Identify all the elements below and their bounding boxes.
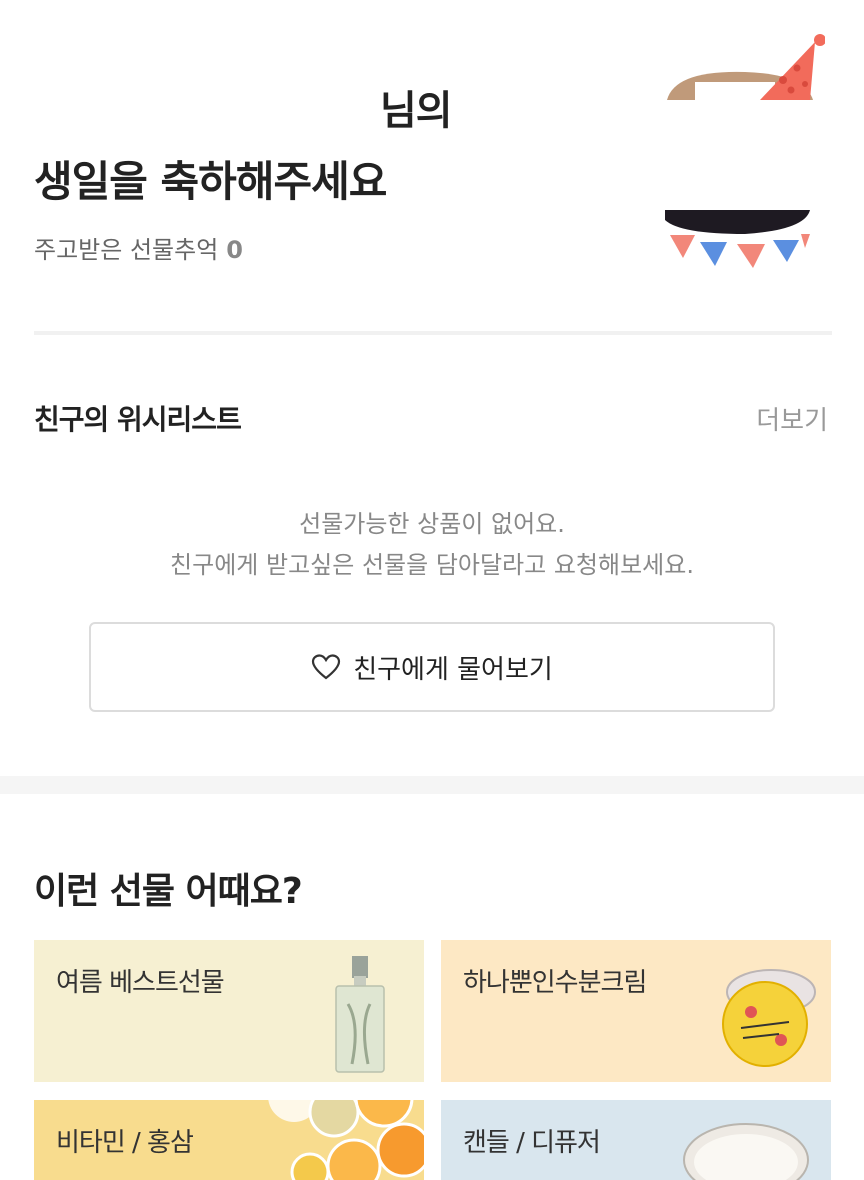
section-divider <box>0 776 864 794</box>
ask-friend-label: 친구에게 물어보기 <box>353 654 553 685</box>
friend-name-suffix: 님의 <box>380 88 453 134</box>
avatar[interactable] <box>665 30 826 280</box>
gift-memory-label: 주고받은 선물추억 <box>34 236 219 264</box>
suggestion-card-label: 비타민 / 홍삼 <box>56 1128 194 1158</box>
page-title: 생일을 축하해주세요 <box>34 157 387 206</box>
suggestions-title: 이런 선물 어때요? <box>34 871 303 912</box>
bunting-icon <box>670 234 810 268</box>
gift-memory-count: 0 <box>226 236 243 264</box>
perfume-bottle-icon <box>335 956 385 1073</box>
cream-jar-icon <box>722 969 816 1067</box>
suggestion-card-label: 여름 베스트선물 <box>56 968 225 998</box>
suggestion-card-candle-diffuser[interactable]: 캔들 / 디퓨저 <box>441 1100 831 1180</box>
suggestion-card-label: 캔들 / 디퓨저 <box>463 1128 601 1158</box>
suggestion-card-summer-best[interactable]: 여름 베스트선물 <box>34 940 424 1082</box>
wishlist-empty-hint: 친구에게 받고싶은 선물을 담아달라고 요청해보세요. <box>170 551 694 579</box>
party-hat-icon <box>760 34 826 100</box>
wishlist-title: 친구의 위시리스트 <box>34 403 242 436</box>
wishlist-more-link[interactable]: 더보기 <box>756 400 828 437</box>
ask-friend-button[interactable]: 친구에게 물어보기 <box>89 622 775 712</box>
candle-icon <box>683 1123 809 1180</box>
suggestion-card-label: 하나뿐인수분크림 <box>463 968 647 998</box>
gift-memory-row[interactable]: 주고받은 선물추억 0 <box>34 230 243 265</box>
suggestion-card-unique-cream[interactable]: 하나뿐인수분크림 <box>441 940 831 1082</box>
header-divider <box>34 331 832 335</box>
wishlist-empty-message: 선물가능한 상품이 없어요. <box>299 510 565 538</box>
suggestion-card-vitamin-ginseng[interactable]: 비타민 / 홍삼 <box>34 1100 424 1180</box>
citrus-slices-icon <box>268 1100 424 1180</box>
heart-icon <box>311 653 341 681</box>
